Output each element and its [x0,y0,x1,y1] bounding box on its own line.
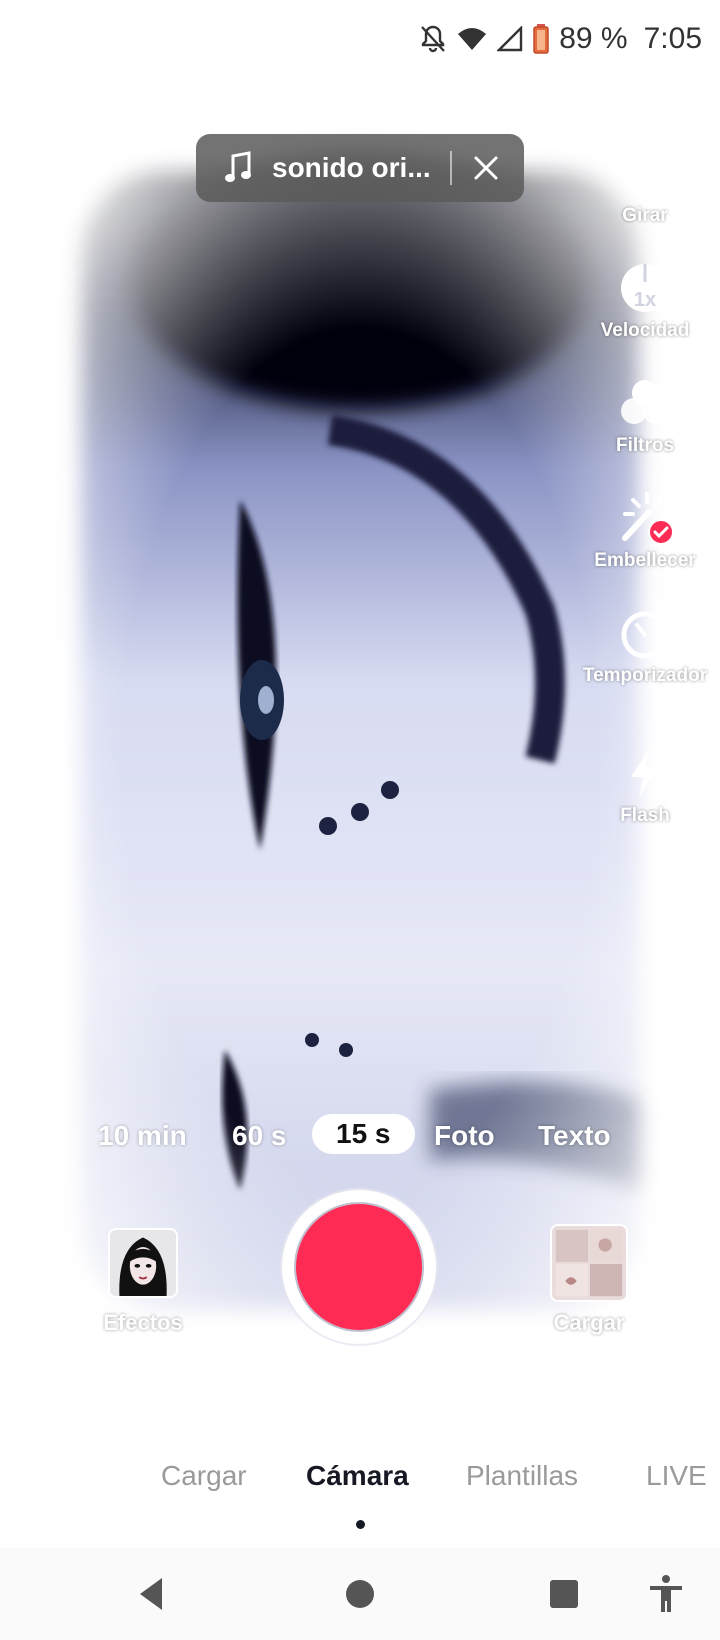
mode-photo[interactable]: Foto [434,1120,495,1152]
tool-filters[interactable]: Filtros [570,375,720,458]
speed-icon: 1x [621,264,669,312]
tab-camera[interactable]: Cámara [306,1460,409,1492]
speed-badge: 1x [634,289,656,311]
tool-label: Temporizador [582,665,708,686]
record-button-inner [296,1204,422,1330]
sound-label: sonido ori... [272,152,431,183]
flash-icon [631,749,659,797]
tab-upload[interactable]: Cargar [161,1460,247,1492]
effects-thumbnail [108,1228,178,1298]
tool-label: Filtros [615,435,675,456]
tab-templates[interactable]: Plantillas [466,1460,578,1492]
music-note-icon [225,151,251,182]
tool-beautify[interactable]: Embellecer [570,490,720,573]
effects-label: Efectos [103,1310,183,1335]
system-navigation-bar [0,1548,720,1640]
filters-icon [621,380,669,424]
mode-tabs: Cargar Cámara Plantillas LIVE [0,1460,720,1520]
tab-live[interactable]: LIVE [646,1460,707,1492]
home-icon[interactable] [338,1572,382,1616]
upload-label: Cargar [553,1310,625,1335]
close-icon[interactable] [40,145,86,191]
duration-60s[interactable]: 60 s [232,1120,287,1152]
upload-thumbnail [550,1224,628,1302]
tool-flip[interactable]: Girar [570,145,720,228]
record-button[interactable] [282,1190,436,1344]
sound-selector[interactable]: sonido ori... [196,134,524,202]
tool-label: Embellecer [594,550,696,571]
wifi-icon [458,28,487,50]
signal-icon [497,26,523,52]
timer-icon [621,611,669,659]
effects-button[interactable]: Efectos [88,1228,198,1336]
tool-timer[interactable]: Temporizador [570,605,720,688]
active-tab-indicator [356,1520,365,1529]
duration-selector: 10 min 60 s 15 s Foto Texto [0,1110,720,1170]
notifications-off-icon [421,25,446,53]
duration-10min[interactable]: 10 min [98,1120,187,1152]
tool-label: Velocidad [600,320,690,341]
tool-flash[interactable]: Flash [570,745,720,828]
battery-icon [533,24,549,54]
upload-button[interactable]: Cargar [534,1224,644,1336]
recents-icon[interactable] [542,1572,586,1616]
accessibility-icon[interactable] [644,1572,688,1616]
battery-level: 89 % [559,22,628,55]
remove-sound-icon[interactable] [472,154,500,182]
mode-text[interactable]: Texto [538,1120,611,1152]
tool-label: Flash [620,805,670,826]
flip-camera-icon [623,152,667,194]
tool-speed[interactable]: 1x Velocidad [570,260,720,343]
beautify-icon [622,492,673,545]
back-icon[interactable] [130,1572,174,1616]
status-bar: 89 % 7:05 [0,0,720,80]
duration-15s[interactable]: 15 s [312,1114,415,1154]
clock: 7:05 [643,22,702,55]
tool-label: Girar [622,205,668,226]
status-icons: 89 % 7:05 [419,22,702,56]
divider [450,151,452,185]
